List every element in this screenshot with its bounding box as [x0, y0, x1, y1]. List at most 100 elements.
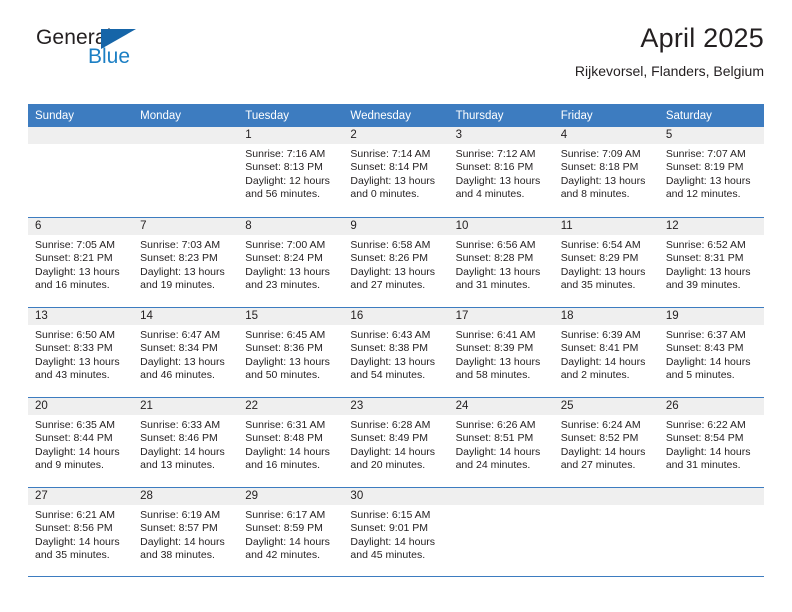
daylight-text-line1: Daylight: 14 hours: [140, 535, 225, 548]
day-number: 26: [665, 400, 679, 412]
calendar-day-cell-empty: [133, 127, 238, 217]
day-sun-info: Sunrise: 6:26 AM Sunset: 8:51 PM Daylight:…: [456, 419, 548, 473]
daylight-text-line2: and 42 minutes.: [245, 549, 320, 562]
daylight-text-line2: and 19 minutes.: [140, 279, 215, 292]
calendar-day-cell[interactable]: 20 Sunrise: 6:35 AM Sunset: 8:44 PM Dayligh…: [28, 398, 133, 487]
daylight-text-line1: Daylight: 13 hours: [560, 174, 646, 187]
day-number: 22: [245, 400, 259, 412]
daylight-text-line1: Daylight: 14 hours: [665, 445, 751, 458]
calendar-day-cell[interactable]: 10 Sunrise: 6:56 AM Sunset: 8:28 PM Dayligh…: [449, 218, 554, 307]
calendar-day-cell[interactable]: 14 Sunrise: 6:47 AM Sunset: 8:34 PM Dayligh…: [133, 308, 238, 397]
calendar-day-cell[interactable]: 17 Sunrise: 6:41 AM Sunset: 8:39 PM Dayligh…: [449, 308, 554, 397]
day-number: 29: [245, 490, 259, 502]
sunset-text: Sunset: 8:16 PM: [455, 161, 534, 174]
calendar-day-cell[interactable]: 12 Sunrise: 6:52 AM Sunset: 8:31 PM Dayligh…: [659, 218, 764, 307]
sunset-text: Sunset: 8:57 PM: [140, 522, 218, 535]
calendar-day-cell[interactable]: 30 Sunrise: 6:15 AM Sunset: 9:01 PM Dayligh…: [343, 488, 448, 576]
daylight-text-line2: and 12 minutes.: [665, 188, 741, 201]
calendar-page: General Blue April 2025 Rijkevorsel, Fla…: [0, 0, 792, 612]
day-sun-info: Sunrise: 6:15 AM Sunset: 9:01 PM Daylight:…: [350, 509, 442, 563]
sunset-text: Sunset: 8:46 PM: [140, 432, 218, 445]
daylight-text-line2: and 0 minutes.: [350, 188, 420, 201]
calendar-day-cell[interactable]: 2 Sunrise: 7:14 AM Sunset: 8:14 PM Daylight…: [343, 127, 448, 217]
calendar-day-cell[interactable]: 7 Sunrise: 7:03 AM Sunset: 8:23 PM Daylight…: [133, 218, 238, 307]
calendar-day-cell[interactable]: 4 Sunrise: 7:09 AM Sunset: 8:18 PM Daylight…: [554, 127, 659, 217]
sunset-text: Sunset: 8:54 PM: [665, 432, 744, 445]
day-sun-info: Sunrise: 6:39 AM Sunset: 8:41 PM Daylight:…: [561, 329, 653, 383]
calendar-day-cell[interactable]: 26 Sunrise: 6:22 AM Sunset: 8:54 PM Dayligh…: [659, 398, 764, 487]
daylight-text-line1: Daylight: 14 hours: [140, 445, 225, 458]
day-sun-info: Sunrise: 6:17 AM Sunset: 8:59 PM Daylight:…: [245, 509, 337, 563]
sunrise-text: Sunrise: 6:50 AM: [35, 329, 115, 341]
masthead: General Blue April 2025 Rijkevorsel, Fla…: [28, 0, 764, 79]
sunrise-text: Sunrise: 7:05 AM: [35, 239, 115, 251]
calendar-day-cell[interactable]: 15 Sunrise: 6:45 AM Sunset: 8:36 PM Dayligh…: [238, 308, 343, 397]
sunrise-text: Sunrise: 6:15 AM: [350, 509, 431, 521]
day-number: 2: [350, 129, 357, 141]
weekday-header-thursday: Thursday: [455, 110, 504, 122]
general-blue-logo[interactable]: General Blue: [28, 26, 208, 74]
day-sun-info: Sunrise: 6:19 AM Sunset: 8:57 PM Daylight:…: [140, 509, 232, 563]
day-sun-info: Sunrise: 6:43 AM Sunset: 8:38 PM Daylight:…: [350, 329, 442, 383]
calendar-day-cell[interactable]: 19 Sunrise: 6:37 AM Sunset: 8:43 PM Dayligh…: [659, 308, 764, 397]
sunrise-text: Sunrise: 6:58 AM: [350, 239, 431, 251]
calendar-day-cell[interactable]: 28 Sunrise: 6:19 AM Sunset: 8:57 PM Dayligh…: [133, 488, 238, 576]
calendar-day-cell[interactable]: 23 Sunrise: 6:28 AM Sunset: 8:49 PM Dayligh…: [343, 398, 448, 487]
daylight-text-line1: Daylight: 14 hours: [560, 445, 646, 458]
daylight-text-line1: Daylight: 13 hours: [35, 355, 120, 368]
day-sun-info: Sunrise: 6:33 AM Sunset: 8:46 PM Daylight:…: [140, 419, 232, 473]
daylight-text-line1: Daylight: 13 hours: [455, 265, 541, 278]
calendar-day-cell[interactable]: 1 Sunrise: 7:16 AM Sunset: 8:13 PM Daylight…: [238, 127, 343, 217]
calendar-day-cell[interactable]: 9 Sunrise: 6:58 AM Sunset: 8:26 PM Daylight…: [343, 218, 448, 307]
week-cells: 20 Sunrise: 6:35 AM Sunset: 8:44 PM Dayligh…: [28, 398, 764, 487]
sunrise-text: Sunrise: 6:19 AM: [140, 509, 221, 521]
day-number: 16: [350, 310, 364, 322]
day-number: 28: [140, 490, 153, 502]
calendar-day-cell[interactable]: 6 Sunrise: 7:05 AM Sunset: 8:21 PM Daylight…: [28, 218, 133, 307]
week-cells: 1 Sunrise: 7:16 AM Sunset: 8:13 PM Daylight…: [28, 127, 764, 217]
sunrise-text: Sunrise: 6:26 AM: [455, 419, 536, 431]
calendar-day-cell[interactable]: 25 Sunrise: 6:24 AM Sunset: 8:52 PM Dayligh…: [554, 398, 659, 487]
day-sun-info: Sunrise: 6:21 AM Sunset: 8:56 PM Daylight:…: [35, 509, 127, 563]
calendar-day-cell[interactable]: 21 Sunrise: 6:33 AM Sunset: 8:46 PM Dayligh…: [133, 398, 238, 487]
daylight-text-line1: Daylight: 14 hours: [35, 445, 120, 458]
calendar-day-cell[interactable]: 11 Sunrise: 6:54 AM Sunset: 8:29 PM Dayligh…: [554, 218, 659, 307]
calendar-week-row: 6 Sunrise: 7:05 AM Sunset: 8:21 PM Daylight…: [28, 217, 764, 307]
daylight-text-line2: and 8 minutes.: [560, 188, 630, 201]
sunset-text: Sunset: 8:29 PM: [560, 252, 639, 265]
calendar-day-cell[interactable]: 5 Sunrise: 7:07 AM Sunset: 8:19 PM Daylight…: [659, 127, 764, 217]
day-sun-info: Sunrise: 7:05 AM Sunset: 8:21 PM Daylight:…: [35, 239, 127, 293]
day-sun-info: Sunrise: 7:16 AM Sunset: 8:13 PM Daylight:…: [245, 148, 337, 202]
daylight-text-line2: and 45 minutes.: [350, 549, 426, 562]
daylight-text-line2: and 16 minutes.: [245, 459, 320, 472]
sunset-text: Sunset: 8:28 PM: [455, 252, 534, 265]
calendar-day-cell-empty: [659, 488, 764, 576]
sunrise-text: Sunrise: 6:22 AM: [665, 419, 746, 431]
sunset-text: Sunset: 8:14 PM: [350, 161, 429, 174]
calendar-day-cell[interactable]: 24 Sunrise: 6:26 AM Sunset: 8:51 PM Dayligh…: [449, 398, 554, 487]
sunset-text: Sunset: 8:13 PM: [245, 161, 323, 174]
calendar-day-cell[interactable]: 3 Sunrise: 7:12 AM Sunset: 8:16 PM Daylight…: [449, 127, 554, 217]
day-number: 1: [245, 129, 252, 141]
calendar-day-cell[interactable]: 27 Sunrise: 6:21 AM Sunset: 8:56 PM Dayligh…: [28, 488, 133, 576]
calendar-day-cell[interactable]: 29 Sunrise: 6:17 AM Sunset: 8:59 PM Dayligh…: [238, 488, 343, 576]
calendar-day-cell[interactable]: 22 Sunrise: 6:31 AM Sunset: 8:48 PM Dayligh…: [238, 398, 343, 487]
sunset-text: Sunset: 8:56 PM: [35, 522, 113, 535]
sunrise-text: Sunrise: 6:43 AM: [350, 329, 431, 341]
day-number: 14: [140, 310, 153, 322]
calendar-day-cell[interactable]: 13 Sunrise: 6:50 AM Sunset: 8:33 PM Dayligh…: [28, 308, 133, 397]
daylight-text-line2: and 23 minutes.: [245, 279, 320, 292]
calendar-day-cell[interactable]: 8 Sunrise: 7:00 AM Sunset: 8:24 PM Daylight…: [238, 218, 343, 307]
day-sun-info: Sunrise: 6:41 AM Sunset: 8:39 PM Daylight:…: [456, 329, 548, 383]
day-sun-info: Sunrise: 7:09 AM Sunset: 8:18 PM Daylight:…: [561, 148, 653, 202]
calendar-day-cell[interactable]: 16 Sunrise: 6:43 AM Sunset: 8:38 PM Dayligh…: [343, 308, 448, 397]
day-number: 23: [350, 400, 364, 412]
daylight-text-line2: and 24 minutes.: [455, 459, 531, 472]
day-sun-info: Sunrise: 7:12 AM Sunset: 8:16 PM Daylight:…: [456, 148, 548, 202]
calendar-day-cell[interactable]: 18 Sunrise: 6:39 AM Sunset: 8:41 PM Dayligh…: [554, 308, 659, 397]
daylight-text-line2: and 9 minutes.: [35, 459, 104, 472]
day-number: 3: [455, 129, 462, 141]
day-number: 17: [455, 310, 469, 322]
day-number: 27: [35, 490, 48, 502]
sunset-text: Sunset: 8:52 PM: [560, 432, 639, 445]
